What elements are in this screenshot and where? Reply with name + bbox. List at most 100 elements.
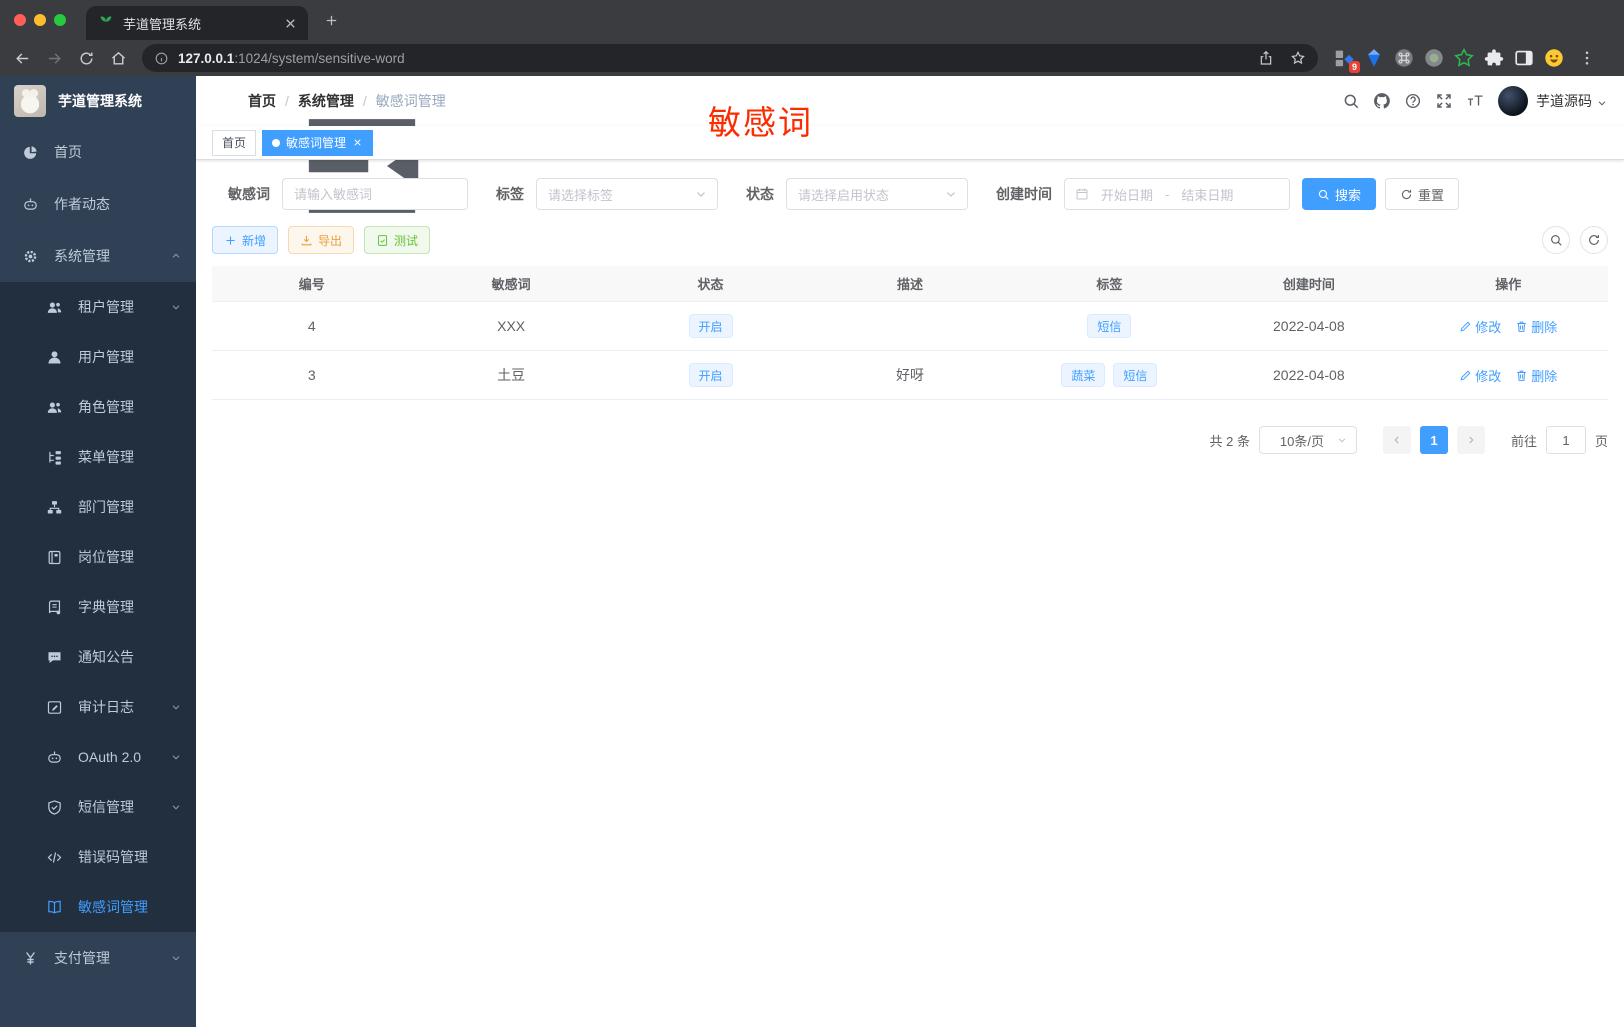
department-icon: [46, 499, 63, 516]
sidebar-item-menu-tree[interactable]: 菜单管理: [0, 432, 196, 482]
error-code-icon: [46, 849, 63, 866]
table-tools: [1542, 226, 1608, 254]
extension-badge: 9: [1348, 61, 1360, 73]
green-star-icon[interactable]: [1452, 46, 1476, 70]
page-number-button[interactable]: 1: [1419, 426, 1448, 454]
sidebar-item-pay[interactable]: 支付管理: [0, 932, 196, 984]
chevron-down-icon: [694, 187, 708, 201]
breadcrumb-system[interactable]: 系统管理: [298, 91, 354, 111]
reset-button[interactable]: 重置: [1385, 178, 1460, 210]
gem-icon[interactable]: [1362, 46, 1386, 70]
record-icon[interactable]: [1422, 46, 1446, 70]
sidebar-item-gear[interactable]: 系统管理: [0, 230, 196, 282]
test-button[interactable]: 测试: [364, 226, 431, 254]
sidebar-item-audit-log[interactable]: 审计日志: [0, 682, 196, 732]
browser-tab-title: 芋道管理系统: [123, 16, 202, 32]
sidebar-item-dictionary[interactable]: 字典管理: [0, 582, 196, 632]
share-icon[interactable]: [1258, 50, 1274, 66]
address-bar[interactable]: 127.0.0.1:1024/system/sensitive-word: [142, 44, 1318, 72]
export-button[interactable]: 导出: [288, 226, 355, 254]
next-page-button[interactable]: [1456, 426, 1485, 454]
sidebar-item-error-code[interactable]: 错误码管理: [0, 832, 196, 882]
tab-close-icon[interactable]: [283, 16, 298, 31]
refresh-icon: [1587, 233, 1601, 247]
created-filter-label: 创建时间: [996, 186, 1052, 202]
new-tab-button[interactable]: [324, 13, 339, 28]
sidebar-item-dashboard[interactable]: 首页: [0, 126, 196, 178]
sidebar-item-oauth[interactable]: OAuth 2.0: [0, 732, 196, 782]
tag-sensitive-word[interactable]: 敏感词管理: [262, 129, 374, 156]
sidebar-item-label: 短信管理: [78, 799, 134, 815]
prev-page-button[interactable]: [1382, 426, 1411, 454]
browser-tab[interactable]: 芋道管理系统: [86, 6, 308, 40]
sidebar-item-sms[interactable]: 短信管理: [0, 782, 196, 832]
sidebar-logo[interactable]: 芋道管理系统: [0, 76, 196, 126]
add-button[interactable]: 新增: [212, 226, 279, 254]
chevron-down-icon[interactable]: [1596, 97, 1608, 109]
sidebar-item-label: 菜单管理: [78, 449, 134, 465]
status-badge: 开启: [688, 363, 733, 387]
emoji-icon[interactable]: [1542, 46, 1566, 70]
puzzle-icon[interactable]: [1482, 46, 1506, 70]
sidebar-item-user[interactable]: 用户管理: [0, 332, 196, 382]
sidebar-item-department[interactable]: 部门管理: [0, 482, 196, 532]
delete-button[interactable]: 删除: [1515, 317, 1557, 336]
sidebar-item-post[interactable]: 岗位管理: [0, 532, 196, 582]
sidebar-item-label: 用户管理: [78, 349, 134, 365]
github-icon[interactable]: [1366, 85, 1397, 117]
search-icon[interactable]: [1335, 85, 1366, 117]
goto-page-input[interactable]: [1545, 426, 1586, 454]
sidebar-item-author-news[interactable]: 作者动态: [0, 178, 196, 230]
user-avatar[interactable]: [1498, 86, 1528, 116]
fullscreen-icon[interactable]: [1428, 85, 1459, 117]
reload-icon[interactable]: [72, 44, 100, 72]
chevron-down-icon: [1336, 434, 1348, 446]
back-icon[interactable]: [8, 44, 36, 72]
sidebar-item-label: 支付管理: [54, 950, 110, 966]
sidebar-item-sensitive-word[interactable]: 敏感词管理: [0, 882, 196, 932]
hide-search-button[interactable]: [1542, 226, 1570, 254]
split-view-icon[interactable]: [1512, 46, 1536, 70]
breadcrumb-current: 敏感词管理: [375, 93, 446, 109]
font-size-icon[interactable]: [1459, 85, 1490, 117]
site-info-icon[interactable]: [154, 51, 169, 66]
tag-select[interactable]: 请选择标签: [536, 178, 718, 210]
refresh-table-button[interactable]: [1580, 226, 1608, 254]
sidebar-item-role[interactable]: 角色管理: [0, 382, 196, 432]
browser-tabstrip: 芋道管理系统: [0, 0, 1624, 40]
plus-icon: [224, 234, 237, 247]
search-button[interactable]: 搜索: [1302, 178, 1377, 210]
sidebar-item-notice[interactable]: 通知公告: [0, 632, 196, 682]
tab-grid-icon[interactable]: 9: [1332, 46, 1360, 73]
cell-word: XXX: [497, 318, 526, 334]
date-range-picker[interactable]: 开始日期 - 结束日期: [1064, 178, 1290, 210]
edit-button[interactable]: 修改: [1459, 317, 1501, 336]
tags-view: 首页 敏感词管理: [196, 126, 1624, 160]
zoom-window-button[interactable]: [54, 14, 66, 26]
download-icon: [300, 234, 313, 247]
status-select[interactable]: 请选择启用状态: [786, 178, 968, 210]
search-icon: [1317, 188, 1330, 201]
breadcrumb-home[interactable]: 首页: [248, 91, 276, 111]
bookmark-star-icon[interactable]: [1290, 50, 1306, 66]
forward-icon[interactable]: [40, 44, 68, 72]
cell-id: 3: [307, 367, 316, 383]
delete-button[interactable]: 删除: [1515, 366, 1557, 385]
browser-menu-icon[interactable]: [1578, 49, 1596, 67]
edit-button[interactable]: 修改: [1459, 366, 1501, 385]
page-size-select[interactable]: 10条/页: [1258, 426, 1357, 454]
command-icon[interactable]: [1392, 46, 1416, 70]
browser-chrome: 芋道管理系统 127.0.0.1:1024/system/sensitive-w…: [0, 0, 1624, 76]
tag-close-icon[interactable]: [352, 137, 363, 148]
home-icon[interactable]: [104, 44, 132, 72]
tag-home[interactable]: 首页: [212, 129, 257, 156]
username[interactable]: 芋道源码: [1536, 91, 1592, 111]
help-icon[interactable]: [1397, 85, 1428, 117]
close-window-button[interactable]: [14, 14, 26, 26]
sensitive-word-input[interactable]: [282, 178, 468, 210]
collapse-sidebar-icon[interactable]: [212, 91, 232, 111]
sidebar-item-tenant[interactable]: 租户管理: [0, 282, 196, 332]
minimize-window-button[interactable]: [34, 14, 46, 26]
sidebar-item-label: 敏感词管理: [78, 899, 148, 915]
navbar-icons: [1335, 85, 1490, 117]
